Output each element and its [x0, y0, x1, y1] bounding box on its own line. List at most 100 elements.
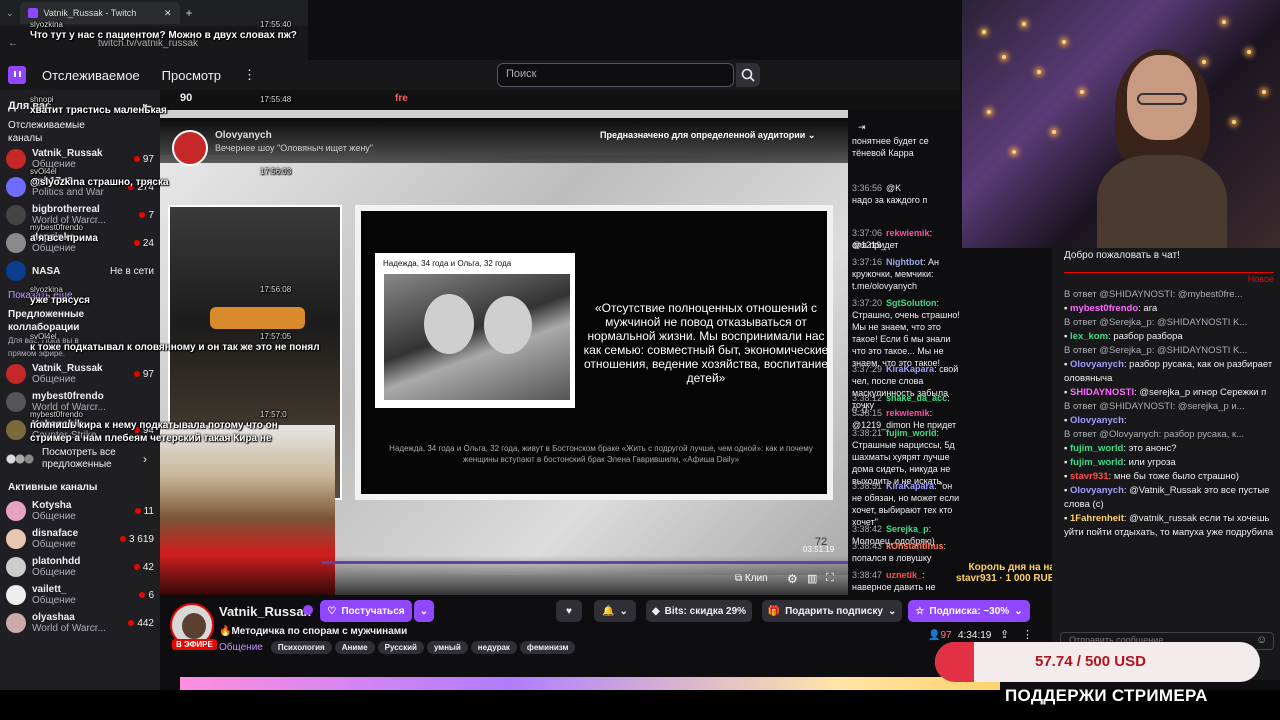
channel-info: platonhdd Общение — [32, 556, 128, 578]
gift-label: Подарить подписку — [785, 605, 883, 617]
notification-button[interactable]: 🔔 ⌄ — [594, 600, 636, 622]
active-channel[interactable]: Kotysha Общение 11 — [0, 497, 160, 525]
chat-username[interactable]: fujim_world — [1070, 457, 1123, 468]
heart-fill-icon: ♥ — [566, 605, 572, 617]
stream-tag[interactable]: Аниме — [334, 641, 375, 654]
slide-content: Надежда, 34 года и Ольга, 32 года «Отсут… — [361, 211, 828, 494]
subscribe-button[interactable]: ☆ Подписка: −30% ⌄ — [908, 600, 1030, 622]
browser-tab[interactable]: Vatnik_Russak - Twitch ✕ — [19, 2, 180, 24]
chat-username[interactable]: fujim_world — [1070, 443, 1123, 454]
chat-reply-context[interactable]: В ответ @SHIDAYNOSTI: @mybest0fre... — [1064, 288, 1276, 302]
viewer-count: 7 — [148, 209, 154, 221]
stream-tag[interactable]: Психология — [270, 641, 332, 654]
channel-viewers: 97 — [133, 368, 154, 380]
chat-username[interactable]: SHIDAYNOSTI — [1070, 387, 1134, 398]
live-dot-icon — [139, 212, 146, 218]
chevron-down-icon: ⌄ — [887, 605, 897, 617]
more-menu-icon[interactable]: ⋮ — [243, 67, 256, 83]
tab-close-icon[interactable]: ✕ — [164, 8, 172, 19]
recommended-channel[interactable]: Vatnik_Russak Общение 97 — [0, 360, 160, 388]
chat-message: ▪ 1Fahrenheit: @vatnik_russak если ты хо… — [1064, 513, 1274, 538]
fullscreen-icon[interactable]: ⛶ — [826, 572, 834, 585]
recommended-channel[interactable]: mybest0frendo World of Warcr... — [0, 388, 160, 416]
active-channel[interactable]: olyashaa World of Warcr... 442 — [0, 609, 160, 637]
stream-tag[interactable]: недурак — [470, 641, 517, 654]
photo-image — [384, 274, 570, 400]
more-options-icon[interactable]: ⋮ — [1022, 628, 1033, 641]
channel-name: NASA — [32, 265, 61, 277]
chat-reply-context[interactable]: В ответ @Serejka_p: @SHIDAYNOSTI K... — [1064, 344, 1276, 358]
bits-button[interactable]: ◆ Bits: скидка 29% — [646, 600, 752, 622]
chat-text: разбор разбора — [1113, 331, 1183, 342]
channel-game: Общение — [32, 567, 76, 578]
chat-username[interactable]: Olovyanych — [1070, 485, 1124, 496]
vod-chat-line: оля придет — [852, 239, 960, 251]
progress-bar[interactable] — [322, 561, 848, 564]
followed-channel[interactable]: bigbrotherreal World of Warcr... 7 — [0, 201, 160, 229]
recommended-channel[interactable]: Kabanchik Counter-Strike 94 — [0, 416, 160, 444]
chat-message: ▪ stavr931: мне бы тоже было страшно) — [1064, 471, 1239, 482]
viewer-count: 42 — [142, 561, 154, 573]
chat-username[interactable]: stavr931 — [1070, 471, 1109, 482]
stream-tag[interactable]: феминизм — [519, 641, 576, 654]
chat-username[interactable]: Olovyanych — [1070, 359, 1124, 370]
star-icon: ☆ — [915, 605, 925, 617]
theatre-mode-icon[interactable]: ▥ — [807, 572, 817, 585]
settings-icon[interactable]: ⚙ — [787, 572, 798, 586]
vod-chat-user: uznetik_ — [886, 570, 923, 580]
chat-username[interactable]: Olovyanych — [1070, 415, 1124, 426]
show-more-link[interactable]: Показать еще — [0, 285, 160, 308]
vod-chat-user: KiraKapara — [886, 364, 935, 374]
tab-list-icon[interactable]: ⌄ — [6, 8, 14, 19]
emote-picker-icon[interactable]: ☺ — [1256, 634, 1267, 646]
channel-name: disnaface — [32, 528, 79, 539]
channel-avatar — [6, 261, 26, 281]
active-channel[interactable]: vailett_ Общение 6 — [0, 581, 160, 609]
stream-tag[interactable]: Русский — [377, 641, 424, 654]
collapse-chat-icon[interactable]: ⇥ — [858, 121, 866, 133]
new-tab-icon[interactable]: + — [186, 6, 193, 20]
viewer-count: 3 619 — [128, 533, 154, 545]
bits-icon: ◆ — [651, 605, 660, 617]
search-button[interactable] — [736, 63, 760, 87]
clip-button[interactable]: ⧉ Клип — [735, 573, 768, 584]
chat-username[interactable]: mybest0frendo — [1070, 303, 1138, 314]
twitch-logo-icon[interactable] — [8, 66, 26, 84]
back-icon[interactable]: ← — [8, 38, 18, 49]
channel-info: Vatnik_Russak Общение — [32, 148, 128, 170]
host-avatar — [172, 130, 208, 166]
followed-channel[interactable]: NASA Не в сети — [0, 257, 160, 285]
active-channel[interactable]: platonhdd Общение 42 — [0, 553, 160, 581]
viewer-count: Не в сети — [109, 265, 154, 277]
live-dot-icon — [133, 156, 140, 162]
streamer-name[interactable]: Vatnik_Russak — [219, 604, 311, 619]
viewer-count: 97 — [142, 368, 154, 380]
vod-chat-text: оля придет — [852, 240, 899, 250]
chat-reply-context[interactable]: В ответ @Olovyanych: разбор русака, к... — [1064, 428, 1276, 442]
category-link[interactable]: Общение — [219, 642, 263, 653]
chat-username[interactable]: lex_kom — [1070, 331, 1108, 342]
followed-channel[interactable]: depzinka Общение 24 — [0, 229, 160, 257]
share-icon[interactable]: ⇪ — [1000, 628, 1009, 641]
search-input[interactable]: Поиск — [497, 63, 734, 87]
channel-game: Общение — [32, 539, 76, 550]
top-nav: Отслеживаемое Просмотр ⋮ Поиск — [0, 60, 960, 90]
audience-label[interactable]: Предназначено для определенной аудитории… — [600, 130, 815, 141]
stream-tag[interactable]: умный — [426, 641, 468, 654]
followed-channel[interactable]: Vatnik_Russak Общение 97 — [0, 145, 160, 173]
url-text[interactable]: twitch.tv/vatnik_russak — [98, 38, 198, 49]
collapse-sidebar-icon[interactable]: ⇤ — [143, 100, 152, 113]
follow-button[interactable]: ♡ Постучаться — [320, 600, 412, 622]
follow-dropdown[interactable]: ⌄ — [414, 600, 434, 622]
nav-following[interactable]: Отслеживаемое — [42, 68, 140, 83]
see-all-recommended[interactable]: Посмотреть все предложенные › — [0, 444, 160, 474]
chat-username[interactable]: 1Fahrenheit — [1070, 513, 1124, 524]
nav-browse[interactable]: Просмотр — [162, 68, 221, 83]
channel-name: mybest0frendo — [32, 391, 104, 402]
active-channel[interactable]: disnaface Общение 3 619 — [0, 525, 160, 553]
gift-sub-button[interactable]: 🎁 Подарить подписку ⌄ — [762, 600, 902, 622]
followed-channel[interactable]: spb17o3 Politics and War 274 — [0, 173, 160, 201]
chat-reply-context[interactable]: В ответ @SHIDAYNOSTI: @serejka_p и... — [1064, 400, 1276, 414]
like-button[interactable]: ♥ — [556, 600, 582, 622]
chat-reply-context[interactable]: В ответ @Serejka_p: @SHIDAYNOSTI K... — [1064, 316, 1276, 330]
